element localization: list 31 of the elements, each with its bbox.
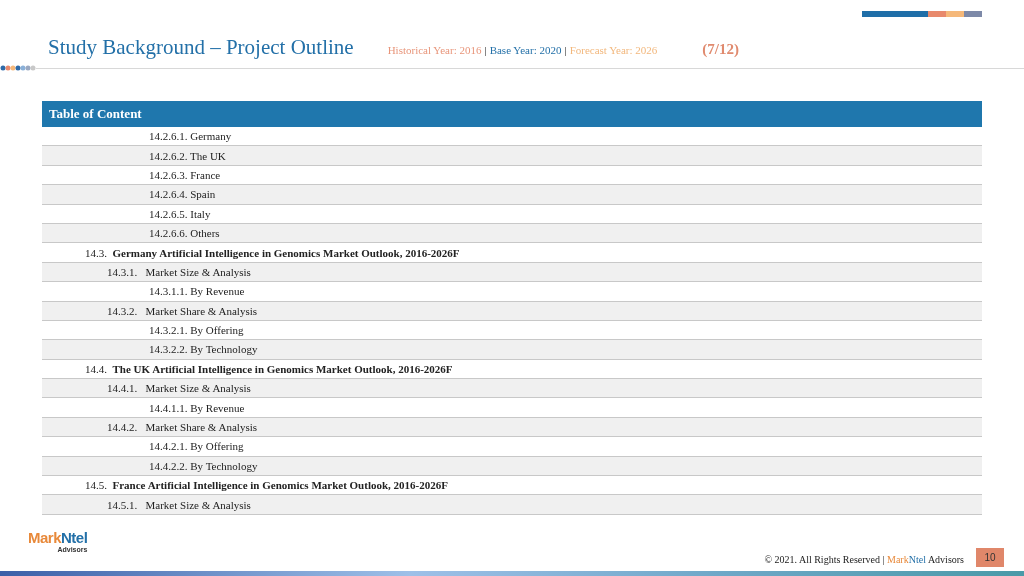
toc-entry: 14.4. The UK Artificial Intelligence in Genomics Market Outlook, 2016-2026F — [85, 362, 453, 375]
slide-title: Study Background – Project Outline — [48, 35, 354, 60]
toc-entry: 14.2.6.6. Others — [149, 227, 220, 240]
separator: | — [564, 44, 567, 56]
page-count: (7/12) — [702, 41, 739, 58]
toc-entry: 14.2.6.4. Spain — [149, 188, 216, 201]
toc-entry: 14.4.1. Market Size & Analysis — [107, 382, 251, 395]
table-heading: Table of Content — [42, 101, 982, 127]
toc-entry: 14.4.2.1. By Offering — [149, 440, 244, 453]
toc-entry: 14.3. Germany Artificial Intelligence in Genomics Market Outlook, 2016-2026F — [85, 246, 460, 259]
toc-entry: 14.5.1. Market Size & Analysis — [107, 498, 251, 511]
toc-entry: 14.5. France Artificial Intelligence in Genomics Market Outlook, 2016-2026F — [85, 479, 448, 492]
toc-entry: 14.2.6.2. The UK — [149, 149, 226, 162]
toc-entry: 14.2.6.1. Germany — [149, 130, 232, 143]
toc-entry: 14.4.2.2. By Technology — [149, 459, 258, 472]
toc-entry: 14.4.2. Market Share & Analysis — [107, 421, 257, 434]
page-number: 10 — [976, 548, 1004, 567]
toc-entry: 14.3.1.1. By Revenue — [149, 285, 245, 298]
toc-entry: 14.4.1.1. By Revenue — [149, 401, 245, 414]
toc-entry: 14.2.6.5. Italy — [149, 207, 211, 220]
toc-entry: 14.3.1. Market Size & Analysis — [107, 265, 251, 278]
forecast-year: Forecast Year: 2026 — [569, 44, 658, 56]
historical-year: Historical Year: 2016 — [387, 44, 482, 56]
toc-entry: 14.3.2.2. By Technology — [149, 343, 258, 356]
toc-entry: 14.3.2.1. By Offering — [149, 324, 244, 337]
separator: | — [484, 44, 487, 56]
copyright-text: © 2021. All Rights Reserved | MarkNtel Advisors — [764, 554, 964, 565]
toc-entry: 14.3.2. Market Share & Analysis — [107, 304, 257, 317]
base-year: Base Year: 2020 — [489, 44, 562, 56]
dots-icon — [0, 65, 36, 71]
toc-entry: 14.2.6.3. France — [149, 168, 221, 181]
